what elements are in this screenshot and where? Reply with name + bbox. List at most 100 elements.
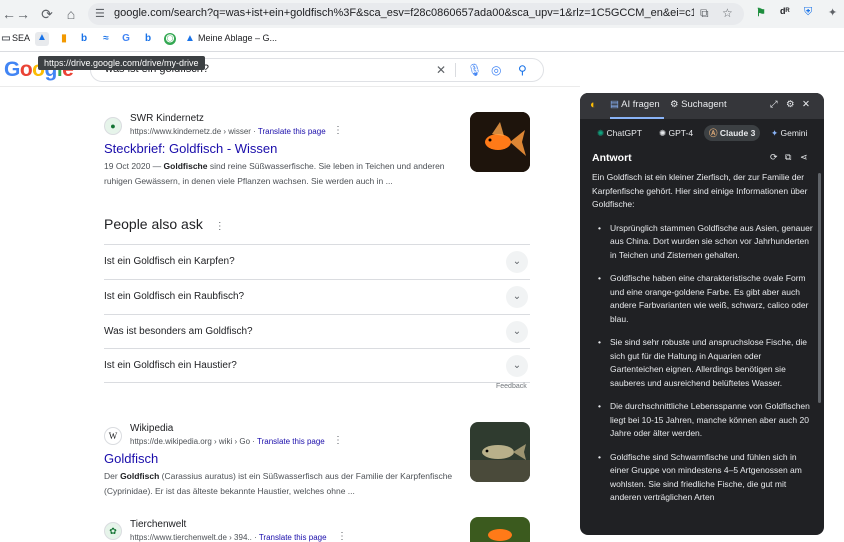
result-snippet: 19 Oct 2020 — Goldfische sind reine Süßw… <box>104 161 445 186</box>
forward-icon[interactable]: → <box>14 5 32 23</box>
search-icon[interactable]: ⚲ <box>518 63 527 77</box>
folder-icon: ▭ <box>1 33 11 44</box>
bookmark-green-icon[interactable]: ◉ <box>164 33 176 45</box>
bookmark-meine-ablage[interactable]: Meine Ablage – G... <box>198 33 277 43</box>
active-tab-indicator <box>610 117 664 119</box>
home-icon[interactable]: ⌂ <box>62 5 80 23</box>
result-site-url[interactable]: https://www.tierchenwelt.de › 394.. · Tr… <box>130 533 327 542</box>
analytics-icon[interactable]: ▮ <box>58 33 70 45</box>
paa-question-text: Was ist besonders am Goldfisch? <box>104 326 253 337</box>
model-selector: ✺ ChatGPT ✺ GPT-4 Ⓐ Claude 3 ✦ Gemini <box>580 121 824 145</box>
claude-icon: Ⓐ <box>709 128 718 138</box>
regenerate-icon[interactable]: ⟳ <box>770 152 778 163</box>
expand-icon[interactable]: ⤢ <box>770 99 778 110</box>
paa-question[interactable]: Was ist besonders am Goldfisch? ⌄ <box>104 314 530 349</box>
extension-puzzle-icon[interactable]: ✦ <box>828 6 837 19</box>
model-claude3[interactable]: Ⓐ Claude 3 <box>704 125 761 141</box>
people-also-ask-title: People also ask ⋮ <box>104 216 225 232</box>
bookmark-sea[interactable]: SEA <box>12 33 30 43</box>
tab-suchagent[interactable]: ⚙ Suchagent <box>670 99 727 110</box>
goldfish-wikipedia-thumbnail[interactable] <box>470 422 530 482</box>
answer-heading: Antwort <box>592 152 632 164</box>
bookmarks-bar: ▭ SEA ▲ ▮ b ≈ G b ◉ ▲ Meine Ablage – G..… <box>0 28 844 52</box>
searchbox-divider <box>455 63 456 77</box>
more-options-icon[interactable]: ⋮ <box>333 125 343 136</box>
panel-logo-icon: ◐ <box>590 99 597 111</box>
google-drive-icon[interactable]: ▲ <box>35 32 49 46</box>
favicon-swr-icon: ● <box>104 117 122 135</box>
bookmark-wave-icon[interactable]: ≈ <box>100 33 112 45</box>
paa-question[interactable]: Ist ein Goldfisch ein Karpfen? ⌄ <box>104 244 530 279</box>
bookmark-b-icon[interactable]: b <box>78 33 90 45</box>
clear-icon[interactable]: ✕ <box>436 63 446 77</box>
result-title[interactable]: Steckbrief: Goldfisch - Wissen <box>104 141 277 156</box>
answer-bullet: Sie sind sehr robuste und anspruchslose … <box>592 336 814 390</box>
chat-icon: ▤ <box>610 99 619 110</box>
address-bar[interactable]: ☰ google.com/search?q=was+ist+ein+goldfi… <box>88 3 744 25</box>
result-site-url[interactable]: https://www.kindernetz.de › wisser · Tra… <box>130 127 326 136</box>
site-info-icon[interactable]: ☰ <box>95 7 105 20</box>
copy-icon[interactable]: ⧉ <box>785 152 791 163</box>
paa-question-text: Ist ein Goldfisch ein Karpfen? <box>104 256 235 267</box>
tierchenwelt-thumbnail[interactable] <box>470 517 530 542</box>
result-title[interactable]: Goldfisch <box>104 451 158 466</box>
paa-options-icon[interactable]: ⋮ <box>215 221 225 232</box>
answer-bullet: Goldfische sind Schwarmfische und fühlen… <box>592 451 814 505</box>
ai-side-panel: ◐ ▤ AI fragen ⚙ Suchagent ⤢ ⚙ ✕ ✺ ChatGP… <box>580 93 824 535</box>
model-chatgpt[interactable]: ✺ ChatGPT <box>592 125 647 141</box>
chevron-down-icon[interactable]: ⌄ <box>506 251 528 273</box>
answer-bullet: Die durchschnittliche Lebensspanne von G… <box>592 400 814 441</box>
result-site-url[interactable]: https://de.wikipedia.org › wiki › Go · T… <box>130 437 325 446</box>
extension-flag-icon[interactable]: ⚑ <box>756 6 766 19</box>
extension-shield-icon[interactable]: ⛨ <box>804 6 812 19</box>
result-snippet: Der Goldfisch (Carassius auratus) ist ei… <box>104 471 453 496</box>
more-options-icon[interactable]: ⋮ <box>337 531 347 542</box>
panel-header: ◐ ▤ AI fragen ⚙ Suchagent ⤢ ⚙ ✕ <box>580 93 824 119</box>
bookmark-tooltip: https://drive.google.com/drive/my-drive <box>38 56 205 70</box>
favicon-tierchenwelt-icon: ✿ <box>104 522 122 540</box>
feedback-link[interactable]: Feedback <box>496 383 527 390</box>
more-options-icon[interactable]: ⋮ <box>333 435 343 446</box>
paa-question-text: Ist ein Goldfisch ein Raubfisch? <box>104 291 245 302</box>
chatgpt-icon: ✺ <box>597 128 605 138</box>
drive-icon[interactable]: ▲ <box>184 33 196 45</box>
result-site-name[interactable]: Wikipedia <box>130 423 173 434</box>
share-icon[interactable]: ⋖ <box>800 152 808 163</box>
translate-link[interactable]: Translate this page <box>259 533 327 542</box>
settings-icon[interactable]: ⚙ <box>786 99 795 110</box>
google-g-icon[interactable]: G <box>120 33 132 45</box>
answer-list: Ursprünglich stammen Goldfische aus Asie… <box>592 222 814 505</box>
answer-bullet: Goldfische haben eine charakteristische … <box>592 272 814 326</box>
goldfish-image <box>470 422 530 482</box>
goldfish-thumbnail[interactable] <box>470 112 530 172</box>
favicon-wikipedia-icon: W <box>104 427 122 445</box>
header-divider <box>0 86 580 87</box>
chevron-down-icon[interactable]: ⌄ <box>506 355 528 377</box>
address-bar-url: google.com/search?q=was+ist+ein+goldfisc… <box>114 7 694 19</box>
gpt4-icon: ✺ <box>659 128 667 138</box>
bookmark-star-icon[interactable]: ☆ <box>722 6 733 20</box>
chevron-down-icon[interactable]: ⌄ <box>506 286 528 308</box>
tab-ai-fragen[interactable]: ▤ AI fragen <box>610 99 660 110</box>
paa-question[interactable]: Ist ein Goldfisch ein Haustier? ⌄ <box>104 348 530 383</box>
gemini-icon: ✦ <box>771 128 779 138</box>
fish-image <box>470 517 530 542</box>
paa-question[interactable]: Ist ein Goldfisch ein Raubfisch? ⌄ <box>104 279 530 314</box>
chevron-down-icon[interactable]: ⌄ <box>506 321 528 343</box>
extension-deepl-icon[interactable]: dᴿ <box>780 6 790 16</box>
result-site-name[interactable]: Tierchenwelt <box>130 519 186 530</box>
model-gemini[interactable]: ✦ Gemini <box>766 125 812 141</box>
translate-icon[interactable]: ⧉ <box>700 6 709 21</box>
microphone-icon[interactable]: 🎙 <box>467 63 482 77</box>
reload-icon[interactable]: ⟳ <box>38 5 56 23</box>
panel-scrollbar[interactable] <box>818 173 821 403</box>
translate-link[interactable]: Translate this page <box>258 127 326 136</box>
model-gpt4[interactable]: ✺ GPT-4 <box>654 125 698 141</box>
close-icon[interactable]: ✕ <box>802 99 810 110</box>
answer-intro: Ein Goldfisch ist ein kleiner Zierfisch,… <box>592 172 808 209</box>
lens-icon[interactable]: ◎ <box>491 63 501 77</box>
answer-body: Ein Goldfisch ist ein kleiner Zierfisch,… <box>592 171 814 515</box>
result-site-name[interactable]: SWR Kindernetz <box>130 113 204 124</box>
bookmark-b2-icon[interactable]: b <box>142 33 154 45</box>
translate-link[interactable]: Translate this page <box>257 437 325 446</box>
